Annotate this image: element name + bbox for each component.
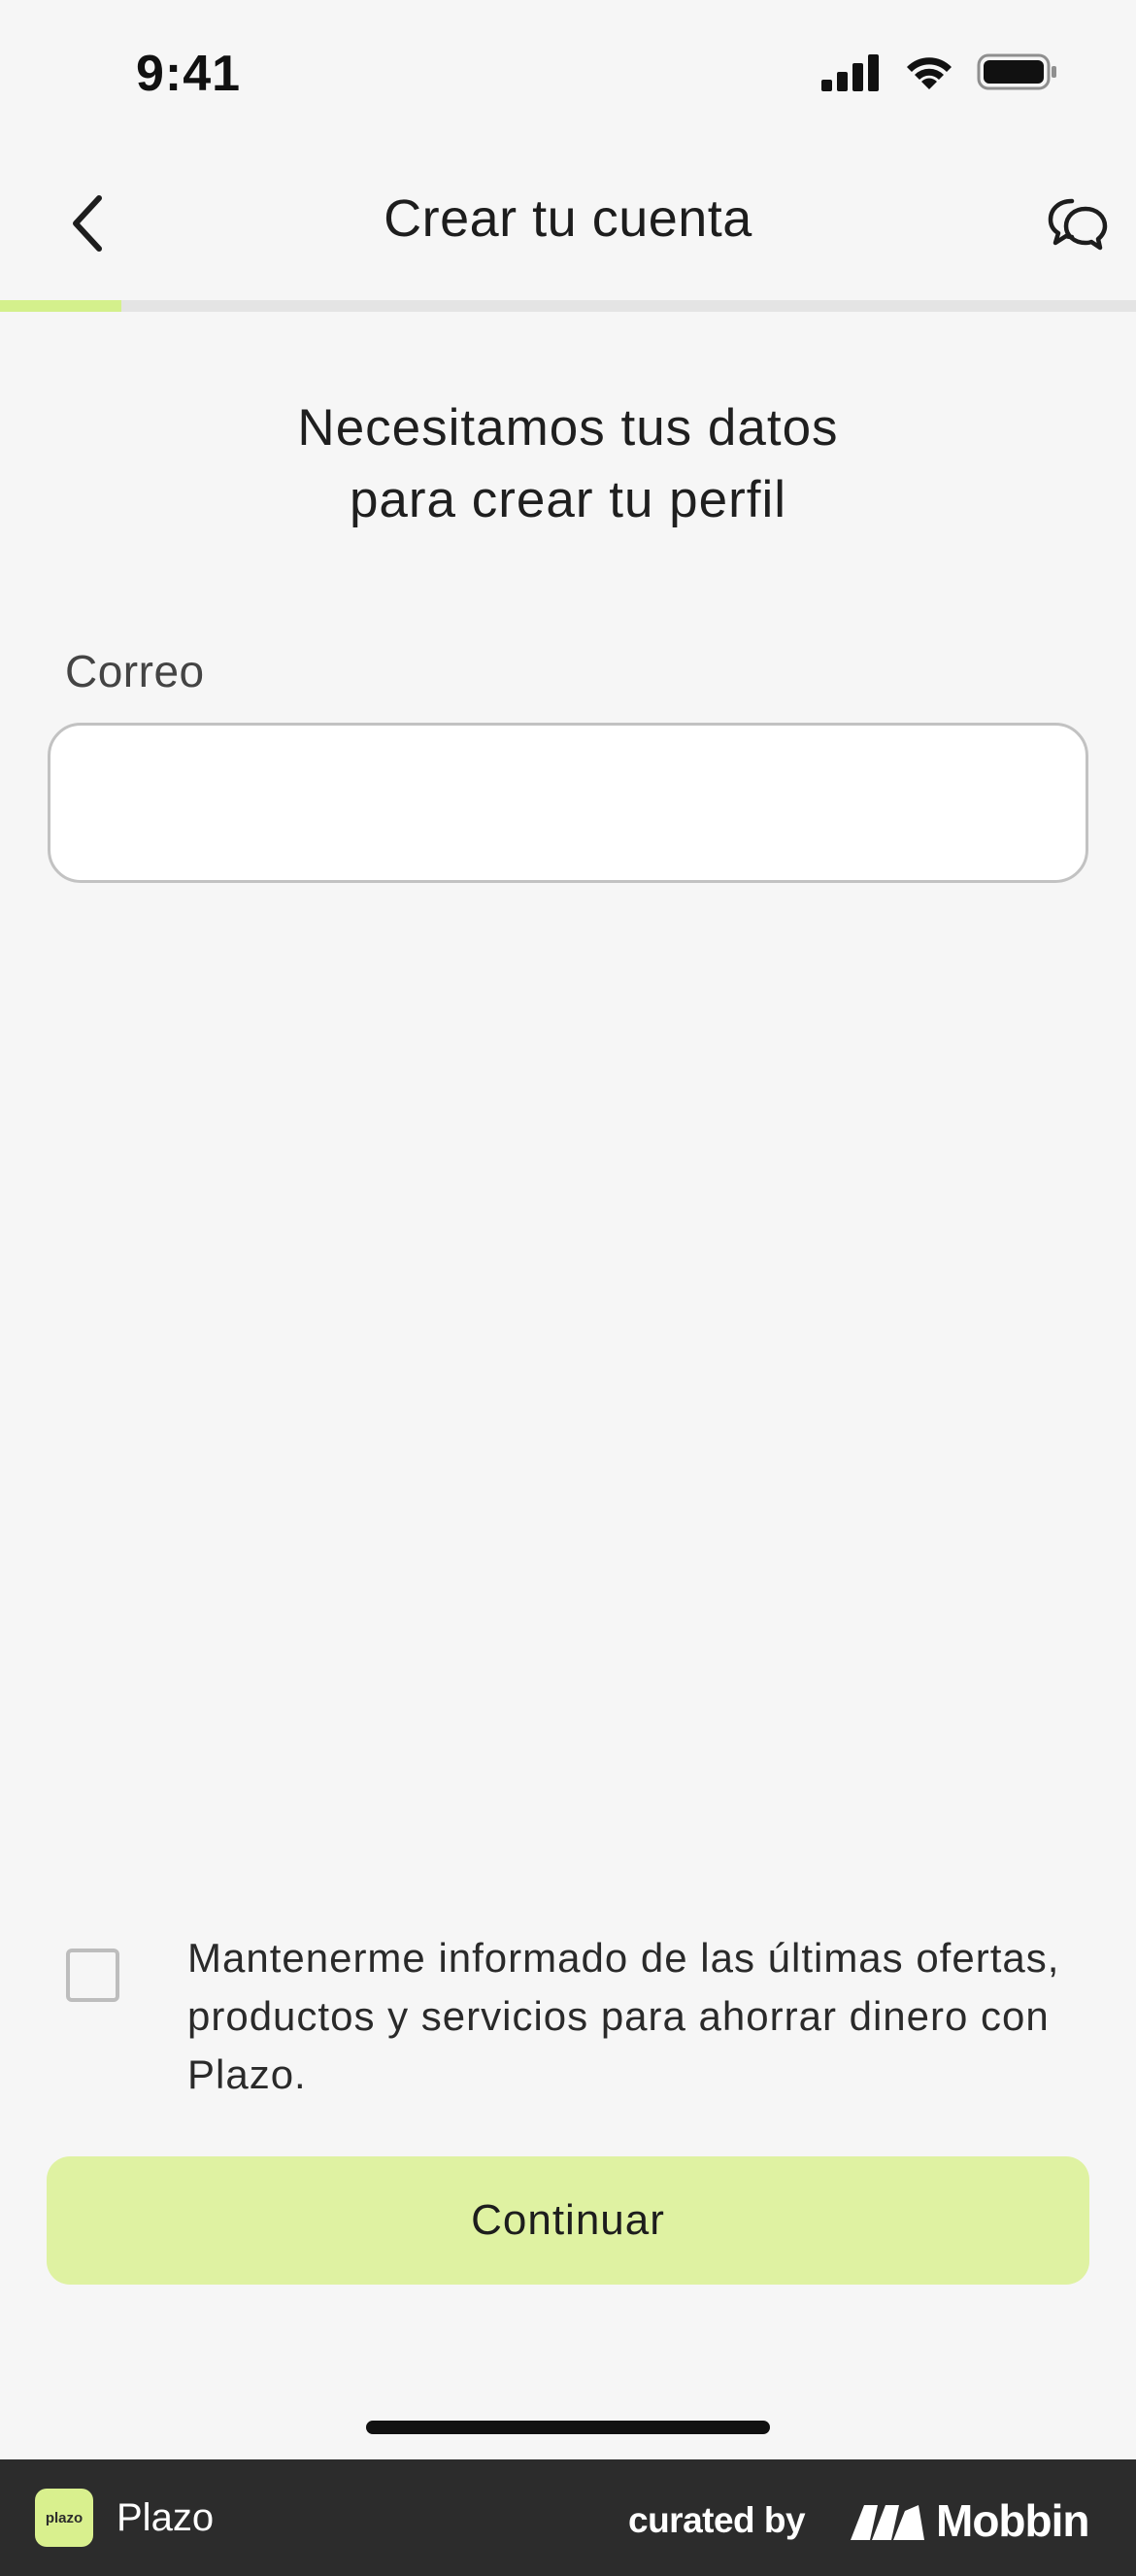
app-logo-text: plazo: [45, 2509, 84, 2526]
nav-bar: Crear tu cuenta: [0, 146, 1136, 301]
mobbin-wordmark: Mobbin: [936, 2495, 1089, 2546]
newsletter-checkbox-label: Mantenerme informado de las últimas ofer…: [187, 1935, 1060, 2097]
progress-fill: [0, 300, 122, 312]
email-field[interactable]: [48, 723, 1088, 883]
progress-bar: [0, 300, 1136, 312]
curated-by-text: curated by: [628, 2500, 806, 2540]
status-bar: 9:41: [0, 0, 1136, 146]
mobbin-mark-icon: [851, 2505, 924, 2540]
home-indicator: [366, 2421, 770, 2434]
email-label: Correo: [65, 646, 205, 696]
screen: 9:41 Crear tu cuenta Necesitamos tus dat…: [0, 0, 1136, 2576]
app-logo: plazo: [35, 2489, 93, 2547]
page-title: Crear tu cuenta: [384, 189, 752, 248]
footer-bar: plazo Plazo curated by Mobbin: [0, 2459, 1136, 2576]
signal-icon: [821, 54, 879, 91]
battery-icon: [977, 53, 1056, 90]
heading-line-2: para crear tu perfil: [349, 471, 787, 528]
app-name: Plazo: [117, 2496, 215, 2539]
newsletter-checkbox[interactable]: [66, 1949, 119, 2002]
chat-bubbles-icon: [1048, 198, 1108, 251]
mobbin-logo: Mobbin: [851, 2494, 1089, 2547]
status-icons: [821, 52, 1058, 91]
chat-support-button[interactable]: [1039, 185, 1117, 262]
wifi-icon: [907, 57, 952, 89]
continue-button[interactable]: Continuar: [47, 2156, 1089, 2285]
form-heading: Necesitamos tus datos para crear tu perf…: [0, 392, 1136, 536]
heading-line-1: Necesitamos tus datos: [297, 399, 839, 457]
status-time: 9:41: [136, 46, 242, 102]
